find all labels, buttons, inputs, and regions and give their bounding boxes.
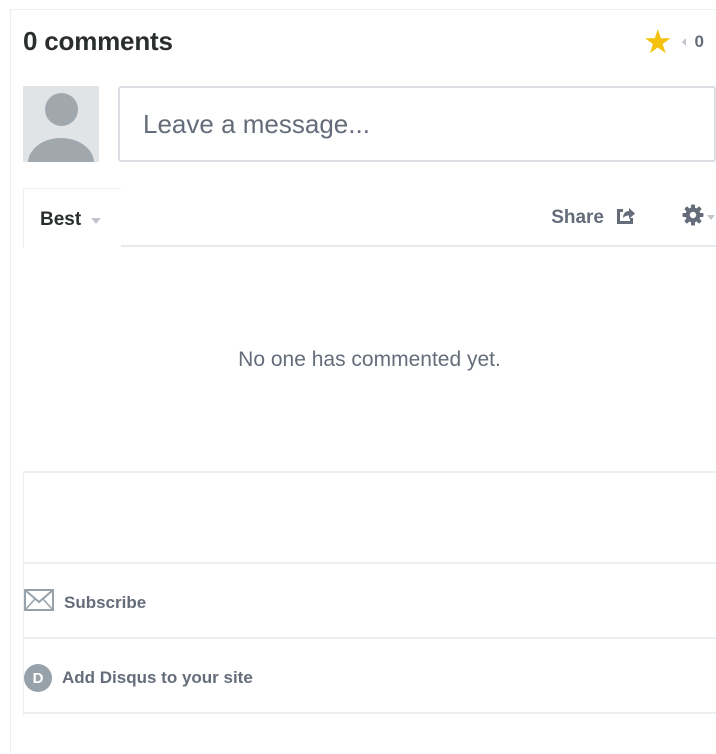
disqus-icon: D [24, 664, 52, 692]
share-button[interactable]: Share [551, 205, 636, 230]
share-icon [614, 205, 636, 230]
empty-state-text: No one has commented yet. [238, 348, 501, 371]
subscribe-label: Subscribe [64, 592, 147, 612]
message-box[interactable] [118, 86, 716, 162]
count-caret [681, 38, 686, 46]
comments-header: 0 comments ★ 0 [23, 23, 716, 60]
recommend-count: 0 [694, 32, 704, 51]
recommend-button[interactable]: ★ 0 [642, 23, 704, 60]
avatar-body [28, 138, 94, 162]
tab-best[interactable]: Best [23, 188, 121, 248]
footer-divider [24, 712, 716, 714]
gear-icon [681, 203, 705, 232]
chevron-down-icon [707, 215, 715, 220]
settings-dropdown[interactable] [681, 203, 715, 232]
avatar [23, 86, 99, 162]
envelope-icon [24, 589, 54, 616]
nav-divider [121, 245, 716, 247]
footer-divider [24, 471, 716, 473]
footer-divider [24, 562, 716, 564]
message-input[interactable] [120, 88, 714, 160]
sort-dropdown[interactable]: Best [40, 209, 102, 231]
footer-divider [24, 637, 716, 639]
add-disqus-link[interactable]: D Add Disqus to your site [24, 664, 253, 692]
sort-label: Best [40, 209, 82, 230]
subscribe-link[interactable]: Subscribe [24, 589, 146, 616]
avatar-head [45, 93, 78, 126]
footer: Subscribe D Add Disqus to your site [23, 471, 716, 716]
star-icon: ★ [642, 23, 673, 60]
comment-count-title: 0 comments [23, 26, 173, 56]
comments-nav: Best Share [23, 188, 716, 248]
add-disqus-label: Add Disqus to your site [62, 668, 253, 687]
share-label: Share [551, 206, 604, 228]
chevron-down-icon [91, 217, 102, 224]
